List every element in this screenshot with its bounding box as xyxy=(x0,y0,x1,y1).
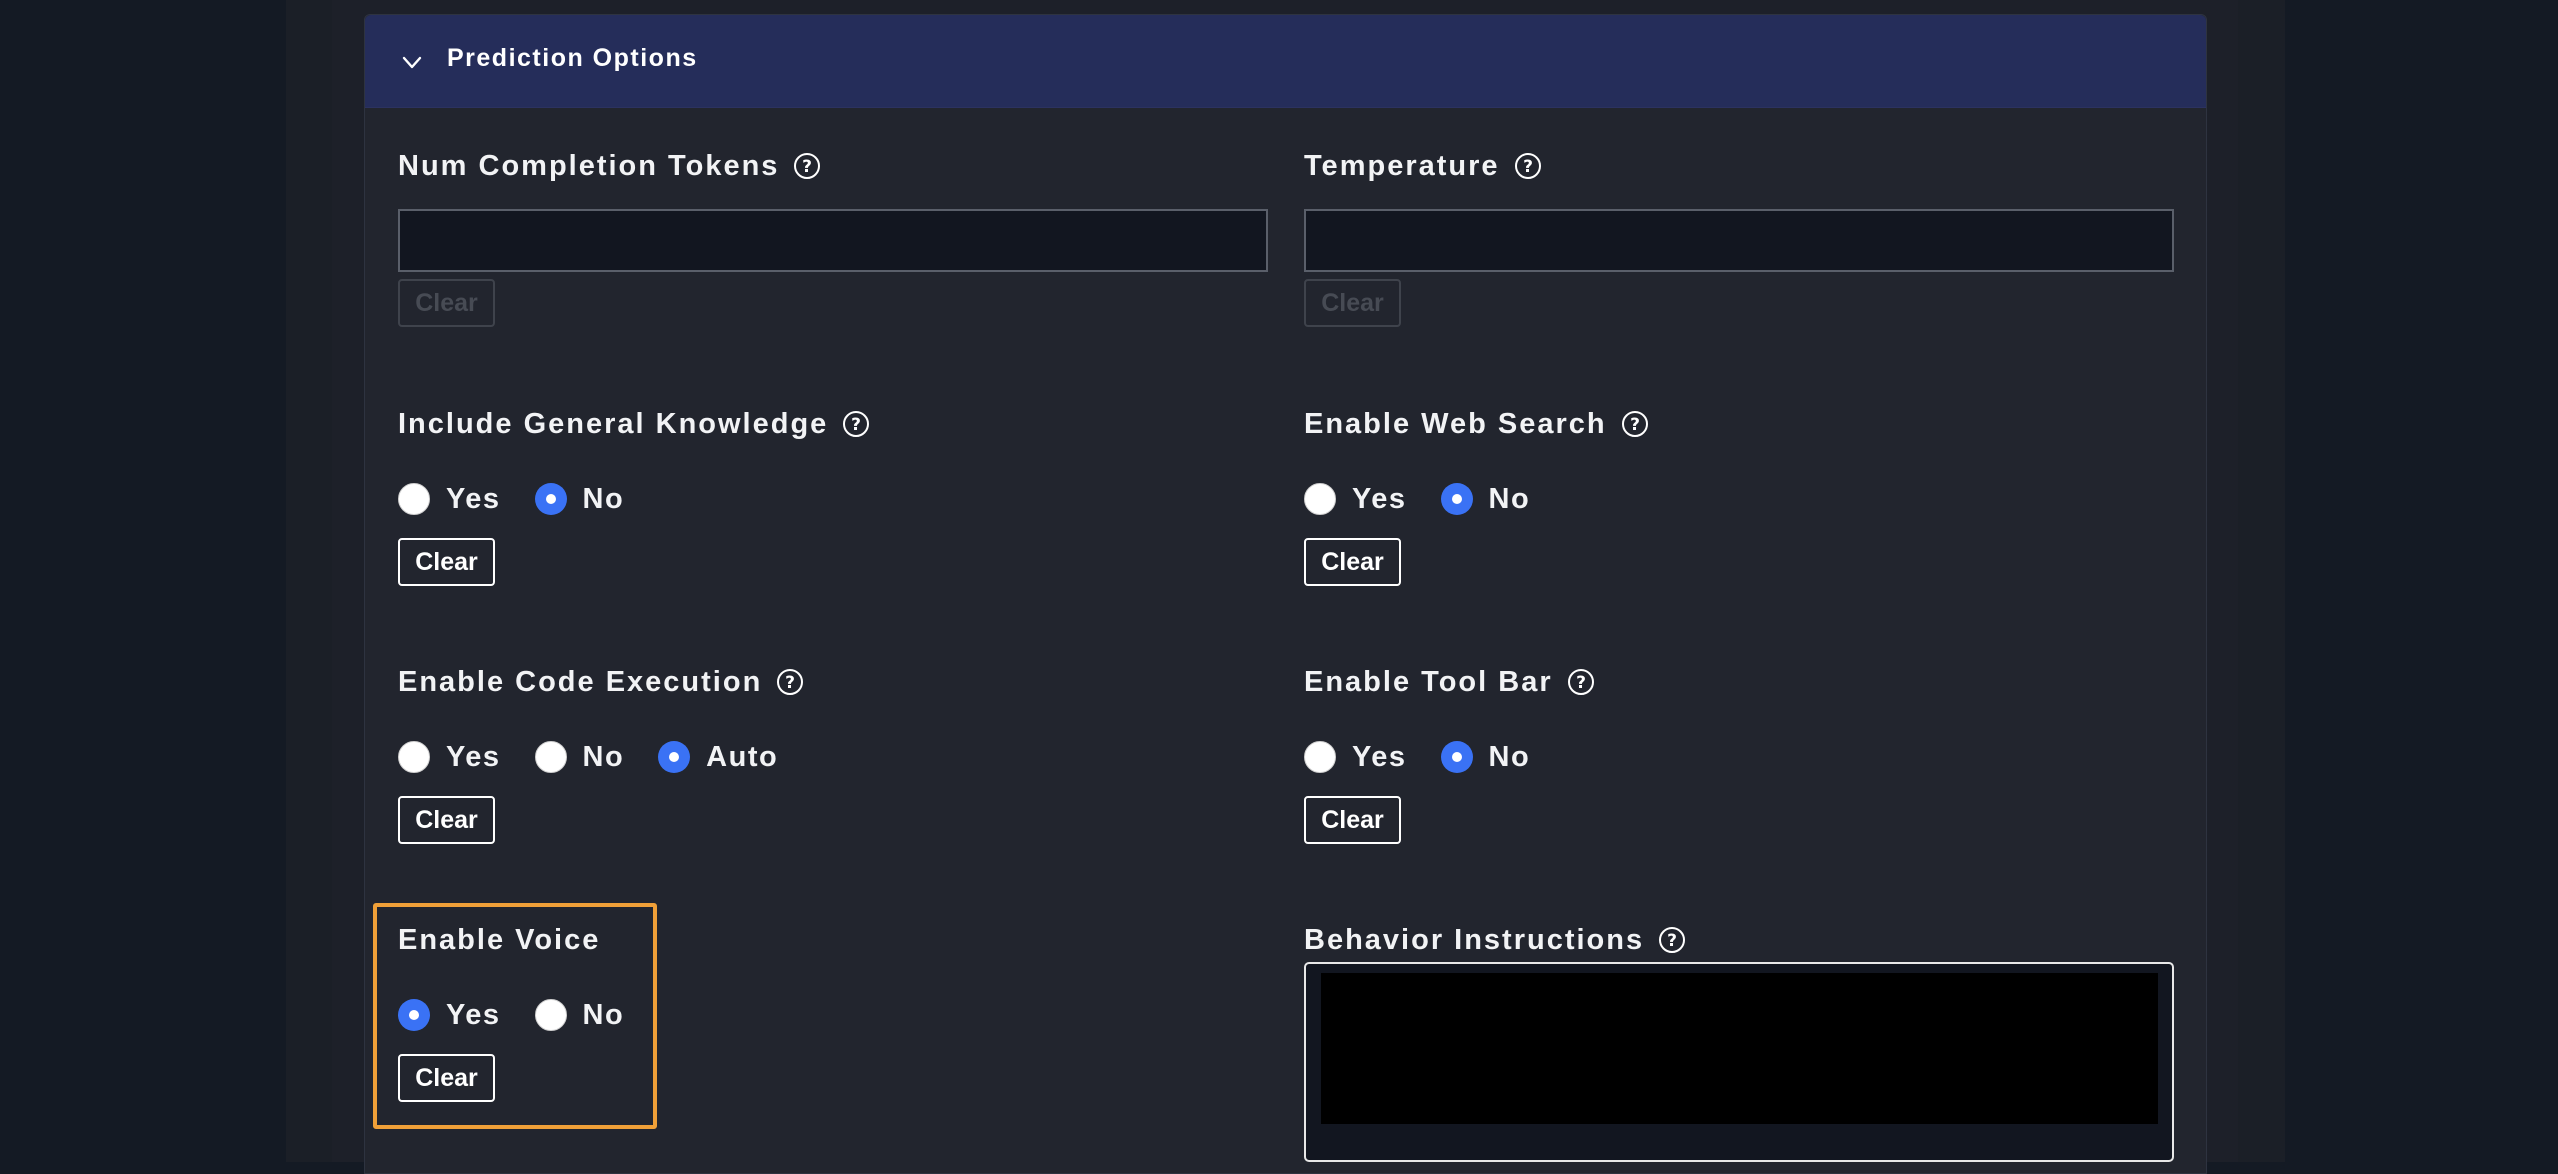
radio-option-no[interactable]: No xyxy=(1440,482,1531,516)
radio-label: No xyxy=(582,740,625,773)
radio-label: No xyxy=(1488,482,1531,515)
help-icon[interactable]: ? xyxy=(1658,926,1686,954)
chevron-down-icon[interactable] xyxy=(401,51,423,73)
include-general-knowledge-radio-group: Yes No xyxy=(398,479,658,519)
svg-text:?: ? xyxy=(1667,931,1677,951)
help-icon[interactable]: ? xyxy=(793,152,821,180)
radio-option-no[interactable]: No xyxy=(534,740,625,774)
enable-web-search-clear-button[interactable]: Clear xyxy=(1304,538,1401,586)
svg-text:?: ? xyxy=(1576,673,1586,693)
radio-button[interactable] xyxy=(1440,483,1473,515)
enable-tool-bar-radio-group: Yes No xyxy=(1304,737,1564,777)
enable-web-search-label: Enable Web Search xyxy=(1304,407,1607,440)
enable-tool-bar-label: Enable Tool Bar xyxy=(1304,665,1553,698)
enable-code-execution-field: Enable Code Execution ? Yes No Auto Clea… xyxy=(398,662,1268,862)
radio-label: Yes xyxy=(1352,740,1407,773)
include-general-knowledge-label: Include General Knowledge xyxy=(398,407,829,440)
help-icon[interactable]: ? xyxy=(1621,410,1649,438)
radio-button[interactable] xyxy=(1440,741,1473,773)
radio-label: No xyxy=(1488,740,1531,773)
num-completion-tokens-label: Num Completion Tokens xyxy=(398,149,780,182)
radio-button[interactable] xyxy=(534,741,567,773)
help-icon[interactable]: ? xyxy=(1567,668,1595,696)
radio-button[interactable] xyxy=(398,741,430,773)
prediction-options-header[interactable]: Prediction Options xyxy=(365,15,2206,108)
behavior-instructions-label: Behavior Instructions xyxy=(1304,923,1645,956)
svg-text:?: ? xyxy=(1523,157,1533,177)
radio-button[interactable] xyxy=(534,483,567,515)
behavior-instructions-textarea[interactable] xyxy=(1321,973,2158,1124)
radio-button[interactable] xyxy=(1304,741,1336,773)
temperature-field: Temperature ? Clear xyxy=(1304,146,2174,346)
radio-option-yes[interactable]: Yes xyxy=(1304,741,1407,774)
radio-label: Yes xyxy=(1352,482,1407,515)
radio-label: Yes xyxy=(446,998,501,1031)
radio-label: Auto xyxy=(706,740,779,773)
enable-code-execution-clear-button[interactable]: Clear xyxy=(398,796,495,844)
radio-option-yes[interactable]: Yes xyxy=(1304,483,1407,516)
include-general-knowledge-clear-button[interactable]: Clear xyxy=(398,538,495,586)
temperature-label: Temperature xyxy=(1304,149,1500,182)
enable-web-search-field: Enable Web Search ? Yes No Clear xyxy=(1304,404,2174,604)
enable-tool-bar-clear-button[interactable]: Clear xyxy=(1304,796,1401,844)
enable-code-execution-radio-group: Yes No Auto xyxy=(398,737,812,777)
radio-button[interactable] xyxy=(398,999,430,1031)
radio-label: No xyxy=(582,482,625,515)
radio-label: No xyxy=(582,998,625,1031)
radio-option-no[interactable]: No xyxy=(1440,740,1531,774)
enable-voice-clear-button[interactable]: Clear xyxy=(398,1054,495,1102)
behavior-instructions-wrapper xyxy=(1304,962,2174,1162)
temperature-clear-button[interactable]: Clear xyxy=(1304,279,1401,327)
num-completion-tokens-input[interactable] xyxy=(398,209,1268,272)
num-completion-tokens-clear-button[interactable]: Clear xyxy=(398,279,495,327)
temperature-input[interactable] xyxy=(1304,209,2174,272)
radio-option-no[interactable]: No xyxy=(534,998,625,1032)
radio-option-no[interactable]: No xyxy=(534,482,625,516)
radio-label: Yes xyxy=(446,740,501,773)
radio-button[interactable] xyxy=(1304,483,1336,515)
help-icon[interactable]: ? xyxy=(842,410,870,438)
radio-button[interactable] xyxy=(534,999,567,1031)
radio-option-yes[interactable]: Yes xyxy=(398,483,501,516)
include-general-knowledge-field: Include General Knowledge ? Yes No Clear xyxy=(398,404,1268,604)
radio-option-yes[interactable]: Yes xyxy=(398,999,501,1032)
enable-voice-field: Enable Voice Yes No Clear xyxy=(398,920,758,1130)
svg-text:?: ? xyxy=(802,157,812,177)
radio-option-auto[interactable]: Auto xyxy=(658,741,778,774)
radio-button[interactable] xyxy=(658,741,691,773)
help-icon[interactable]: ? xyxy=(1514,152,1542,180)
num-completion-tokens-field: Num Completion Tokens ? Clear xyxy=(398,146,1268,346)
panel-title: Prediction Options xyxy=(447,44,698,72)
help-icon[interactable]: ? xyxy=(776,668,804,696)
enable-voice-label: Enable Voice xyxy=(398,923,601,956)
radio-option-yes[interactable]: Yes xyxy=(398,741,501,774)
radio-button[interactable] xyxy=(398,483,430,515)
radio-label: Yes xyxy=(446,482,501,515)
svg-text:?: ? xyxy=(851,415,861,435)
enable-web-search-radio-group: Yes No xyxy=(1304,479,1564,519)
enable-tool-bar-field: Enable Tool Bar ? Yes No Clear xyxy=(1304,662,2174,862)
enable-code-execution-label: Enable Code Execution xyxy=(398,665,763,698)
svg-text:?: ? xyxy=(1630,415,1640,435)
behavior-instructions-field: Behavior Instructions ? xyxy=(1304,920,2174,1165)
prediction-options-card: Prediction Options Num Completion Tokens… xyxy=(364,14,2207,1174)
enable-voice-radio-group: Yes No xyxy=(398,995,658,1035)
svg-text:?: ? xyxy=(785,673,795,693)
